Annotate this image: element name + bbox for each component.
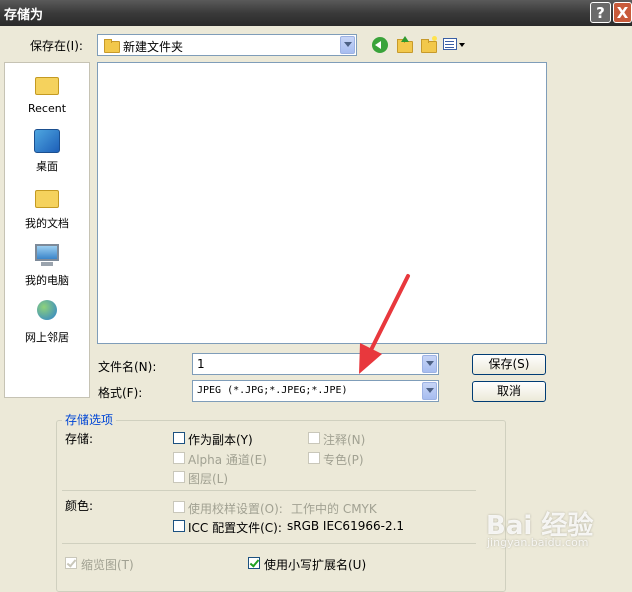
- chevron-down-icon[interactable]: [422, 355, 437, 373]
- format-value: JPEG (*.JPG;*.JPEG;*.JPE): [197, 385, 348, 396]
- back-icon[interactable]: [372, 37, 388, 53]
- icc-profile-label: ICC 配置文件(C):: [188, 521, 282, 535]
- close-button[interactable]: X: [613, 2, 632, 23]
- color-label: 颜色:: [65, 499, 94, 513]
- layers-checkbox[interactable]: [173, 471, 185, 483]
- lowercase-extension-checkbox[interactable]: [248, 557, 260, 569]
- places-bar: Recent 桌面 我的文档 我的电脑 网上邻居: [4, 62, 90, 398]
- thumbnail-checkbox[interactable]: [65, 557, 77, 569]
- spot-label: 专色(P): [323, 453, 364, 467]
- recent-folder-icon: [33, 73, 61, 99]
- chevron-down-icon[interactable]: [340, 36, 355, 54]
- proof-setup-checkbox[interactable]: [173, 501, 185, 513]
- place-my-documents[interactable]: 我的文档: [5, 186, 89, 231]
- divider: [62, 543, 476, 544]
- alpha-label: Alpha 通道(E): [188, 453, 267, 467]
- cancel-button[interactable]: 取消: [472, 381, 546, 402]
- as-copy-checkbox[interactable]: [173, 432, 185, 444]
- place-desktop-label: 桌面: [36, 160, 58, 173]
- title-bar: [0, 0, 632, 26]
- save-in-dropdown[interactable]: 新建文件夹: [97, 34, 357, 56]
- view-menu-icon[interactable]: [443, 37, 465, 53]
- place-network-label: 网上邻居: [25, 331, 69, 344]
- alpha-checkbox[interactable]: [173, 452, 185, 464]
- spot-checkbox[interactable]: [308, 452, 320, 464]
- icc-profile-checkbox[interactable]: [173, 520, 185, 532]
- desktop-icon: [33, 129, 61, 155]
- help-button[interactable]: ?: [590, 2, 611, 23]
- annotations-label: 注释(N): [323, 433, 366, 447]
- place-desktop[interactable]: 桌面: [5, 129, 89, 174]
- lowercase-extension-label: 使用小写扩展名(U): [264, 558, 367, 572]
- place-network[interactable]: 网上邻居: [5, 300, 89, 345]
- layers-label: 图层(L): [188, 472, 229, 486]
- up-folder-icon[interactable]: [396, 36, 413, 53]
- watermark-url: jingyan.baidu.com: [487, 536, 589, 549]
- filename-label: 文件名(N):: [98, 360, 157, 374]
- divider: [62, 490, 476, 491]
- save-button[interactable]: 保存(S): [472, 354, 546, 375]
- proof-setup-value: 工作中的 CMYK: [291, 502, 377, 516]
- filename-value: 1: [197, 357, 205, 371]
- thumbnail-label: 缩览图(T): [81, 558, 134, 572]
- place-my-computer-label: 我的电脑: [25, 274, 69, 287]
- folder-icon: [104, 39, 120, 53]
- proof-setup-label: 使用校样设置(O):: [188, 502, 283, 516]
- icc-profile-value: sRGB IEC61966-2.1: [287, 519, 405, 533]
- as-copy-label: 作为副本(Y): [188, 433, 253, 447]
- network-icon: [33, 300, 61, 326]
- window-title: 存储为: [4, 8, 44, 23]
- save-in-value: 新建文件夹: [123, 40, 184, 54]
- my-documents-icon: [33, 186, 61, 212]
- new-folder-icon[interactable]: [420, 36, 438, 53]
- storage-label: 存储:: [65, 432, 94, 446]
- save-in-label: 保存在(I):: [30, 39, 83, 53]
- chevron-down-icon[interactable]: [422, 382, 437, 400]
- filename-input[interactable]: 1: [192, 353, 439, 375]
- format-label: 格式(F):: [98, 386, 143, 400]
- format-dropdown[interactable]: JPEG (*.JPG;*.JPEG;*.JPE): [192, 380, 439, 402]
- annotations-checkbox[interactable]: [308, 432, 320, 444]
- place-my-computer[interactable]: 我的电脑: [5, 243, 89, 288]
- save-options-legend: 存储选项: [62, 411, 117, 428]
- place-recent[interactable]: Recent: [5, 73, 89, 115]
- place-my-documents-label: 我的文档: [25, 217, 69, 230]
- my-computer-icon: [33, 243, 61, 269]
- file-list[interactable]: [97, 62, 547, 344]
- place-recent-label: Recent: [27, 102, 67, 115]
